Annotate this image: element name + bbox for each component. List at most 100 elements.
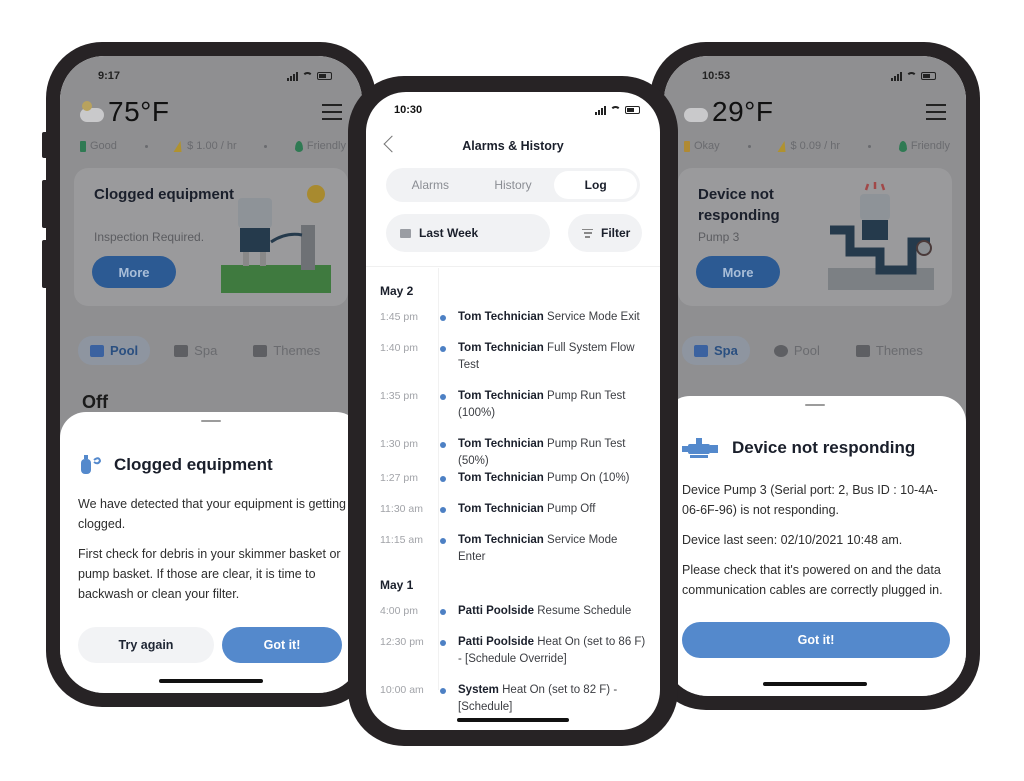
log-text: Tom Technician Pump Run Test (100%) bbox=[458, 388, 660, 436]
volume-up-button bbox=[42, 180, 48, 228]
sheet-title: Device not responding bbox=[732, 438, 916, 457]
screen: 9:17 75°F Good $ 1.00 / hr Friendly Clog… bbox=[60, 56, 362, 693]
sheet-instructions: Please check that it's powered on and th… bbox=[682, 563, 943, 597]
phone-alarms-history: 10:30 Alarms & History Alarms History Lo… bbox=[348, 76, 678, 746]
more-button[interactable]: More bbox=[696, 256, 780, 288]
filter-clog-icon bbox=[81, 455, 102, 474]
tab-alarms[interactable]: Alarms bbox=[389, 171, 472, 199]
timeline-dot-icon bbox=[440, 315, 446, 321]
status-time: 10:53 bbox=[702, 70, 731, 82]
temperature: 29°F bbox=[712, 96, 774, 127]
fountain-icon bbox=[253, 344, 268, 357]
sheet-message: Device Pump 3 (Serial port: 2, Bus ID : … bbox=[682, 483, 938, 517]
sheet-title-row: Device not responding bbox=[682, 436, 915, 460]
leaf-icon bbox=[898, 140, 907, 152]
sheet-grabber[interactable] bbox=[201, 420, 221, 422]
wifi-icon bbox=[906, 72, 917, 80]
log-time: 4:00 pm bbox=[380, 605, 418, 617]
date-range-selector[interactable]: Last Week bbox=[386, 214, 550, 252]
log-entry: 1:45 pm Tom Technician Service Mode Exit bbox=[366, 309, 660, 340]
tab-log[interactable]: Log bbox=[554, 171, 638, 199]
tab-label: Pool bbox=[793, 343, 820, 358]
sheet-grabber[interactable] bbox=[805, 404, 825, 406]
status-bar: 9:17 bbox=[98, 68, 332, 84]
eco-status: Friendly bbox=[910, 140, 950, 152]
tab-label: Spa bbox=[194, 343, 218, 358]
log-actor: Tom Technician bbox=[458, 342, 544, 354]
log-day-header: May 2 bbox=[380, 284, 414, 298]
spa-icon bbox=[174, 344, 189, 357]
timeline-dot-icon bbox=[440, 442, 446, 448]
log-time: 1:27 pm bbox=[380, 472, 418, 484]
sheet-message: We have detected that your equipment is … bbox=[78, 497, 346, 531]
home-indicator[interactable] bbox=[457, 718, 569, 722]
battery-icon bbox=[684, 140, 690, 152]
home-indicator[interactable] bbox=[159, 679, 263, 683]
log-actor: Patti Poolside bbox=[458, 636, 535, 648]
status-time: 9:17 bbox=[98, 70, 121, 82]
hamburger-menu-icon[interactable] bbox=[926, 104, 946, 120]
timeline-dot-icon bbox=[440, 609, 446, 615]
home-indicator[interactable] bbox=[763, 682, 867, 686]
tab-label: Themes bbox=[875, 343, 923, 358]
snowflake-icon bbox=[773, 344, 788, 357]
tab-spa[interactable]: Spa bbox=[682, 336, 750, 365]
volume-down-button bbox=[42, 240, 48, 288]
bolt-icon bbox=[777, 140, 788, 152]
tab-spa[interactable]: Spa bbox=[162, 336, 229, 365]
partly-cloudy-icon bbox=[80, 101, 104, 122]
log-entry: 4:00 pm Patti Poolside Resume Schedule bbox=[366, 603, 660, 634]
log-time: 10:00 am bbox=[380, 684, 424, 696]
alert-bottom-sheet: Clogged equipment We have detected that … bbox=[60, 412, 362, 693]
tab-themes[interactable]: Themes bbox=[844, 336, 935, 365]
got-it-button[interactable]: Got it! bbox=[222, 627, 342, 663]
battery-status: Good bbox=[90, 140, 117, 152]
timeline-dot-icon bbox=[440, 476, 446, 482]
tab-label: Pool bbox=[110, 343, 139, 358]
tab-history[interactable]: History bbox=[472, 171, 555, 199]
page-title: Alarms & History bbox=[462, 139, 564, 153]
log-actor: System bbox=[458, 684, 499, 696]
tab-pool[interactable]: Pool bbox=[762, 336, 832, 365]
log-time: 1:30 pm bbox=[380, 438, 418, 450]
battery-icon bbox=[317, 72, 332, 80]
filter-button[interactable]: Filter bbox=[568, 214, 642, 252]
log-time: 1:35 pm bbox=[380, 390, 418, 402]
alert-card-title: Device not responding bbox=[698, 186, 780, 224]
log-text: Patti Poolside Resume Schedule bbox=[458, 603, 660, 634]
timeline-dot-icon bbox=[440, 394, 446, 400]
log-entry: 11:30 am Tom Technician Pump Off bbox=[366, 501, 660, 532]
log-entry: 1:27 pm Tom Technician Pump On (10%) bbox=[366, 470, 660, 501]
eco-status: Friendly bbox=[306, 140, 346, 152]
log-day-header: May 1 bbox=[380, 578, 414, 592]
log-text: System Heat On (set to 82 F) - [Schedule… bbox=[458, 682, 660, 730]
log-action: Pump Off bbox=[547, 503, 596, 515]
log-action: Pump On (10%) bbox=[547, 472, 630, 484]
separator-dot bbox=[867, 144, 871, 148]
log-entry: 1:35 pm Tom Technician Pump Run Test (100… bbox=[366, 388, 660, 436]
tab-pool[interactable]: Pool bbox=[78, 336, 151, 365]
bolt-icon bbox=[173, 140, 185, 152]
log-action: Resume Schedule bbox=[537, 605, 632, 617]
last-seen-text: Device last seen: 02/10/2021 10:48 am. bbox=[682, 533, 903, 547]
log-actor: Patti Poolside bbox=[458, 605, 535, 617]
more-button[interactable]: More bbox=[92, 256, 176, 288]
pool-state: Off bbox=[82, 392, 108, 412]
hamburger-menu-icon[interactable] bbox=[322, 104, 342, 120]
tab-themes[interactable]: Themes bbox=[241, 336, 332, 365]
separator-dot bbox=[264, 144, 268, 148]
divider bbox=[366, 266, 660, 267]
mode-tabs: Pool Spa Themes bbox=[78, 336, 344, 365]
battery-icon bbox=[921, 72, 936, 80]
alert-card-subtitle: Pump 3 bbox=[698, 230, 740, 244]
got-it-button[interactable]: Got it! bbox=[682, 622, 950, 658]
spa-icon bbox=[694, 344, 708, 357]
log-time: 1:40 pm bbox=[380, 342, 418, 354]
log-entry: 11:15 am Tom Technician Service Mode Ente… bbox=[366, 532, 660, 566]
weather-row: 75°F bbox=[80, 92, 342, 132]
try-again-button[interactable]: Try again bbox=[78, 627, 214, 663]
temperature: 75°F bbox=[108, 96, 170, 127]
sheet-title-row: Clogged equipment bbox=[78, 452, 273, 478]
calendar-icon bbox=[400, 228, 411, 238]
log-actor: Tom Technician bbox=[458, 311, 544, 323]
